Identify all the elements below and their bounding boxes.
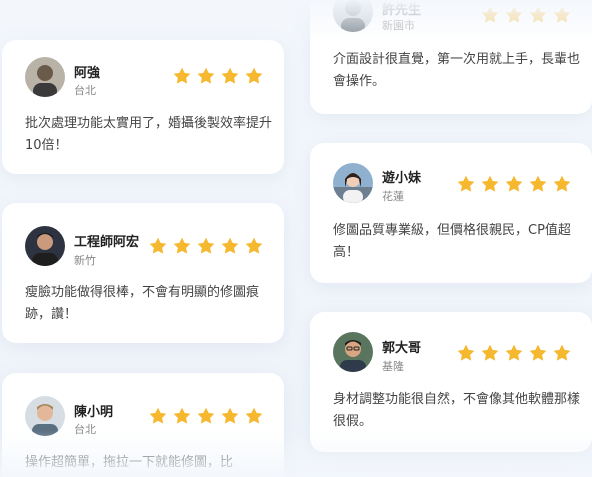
star-rating [172, 66, 264, 86]
star-icon [197, 67, 215, 84]
star-icon [553, 175, 571, 192]
reviewer-location: 花蓮 [382, 190, 404, 203]
star-icon [149, 237, 167, 254]
avatar [333, 332, 373, 372]
review-card: 郭大哥 基隆 身材調整功能很自然，不會像其他軟體那樣很假。 [310, 312, 592, 452]
reviewer-location: 台北 [74, 84, 96, 97]
star-icon [505, 344, 523, 361]
reviewer-name: 郭大哥 [382, 341, 422, 356]
star-rating [148, 406, 264, 426]
star-icon [553, 344, 571, 361]
review-card: 陳小明 台北 操作超簡單，拖拉一下就能修圖，比 [2, 373, 284, 477]
star-icon [481, 344, 499, 361]
star-icon [245, 67, 263, 84]
star-icon [529, 175, 547, 192]
star-rating [480, 5, 572, 25]
star-icon [149, 407, 167, 424]
reviewer-location: 基隆 [382, 360, 404, 373]
star-icon [221, 237, 239, 254]
review-card: 遊小妹 花蓮 修圖品質專業級，但價格很親民，CP值超高！ [310, 143, 592, 283]
star-icon [481, 6, 499, 23]
star-icon [553, 6, 571, 23]
review-text: 修圖品質專業級，但價格很親民，CP值超高！ [333, 223, 571, 260]
star-rating [148, 236, 264, 256]
star-rating [456, 343, 572, 363]
star-icon [173, 237, 191, 254]
avatar [25, 57, 65, 97]
star-icon [481, 175, 499, 192]
avatar [333, 0, 373, 32]
reviewer-name: 工程師阿宏 [74, 235, 140, 250]
reviewer-name: 遊小妹 [382, 171, 422, 186]
star-icon [173, 407, 191, 424]
review-card: 阿強 台北 批次處理功能太實用了，婚攝後製效率提升10倍！ [2, 40, 284, 174]
star-icon [505, 175, 523, 192]
reviewer-location: 新園市 [382, 19, 415, 32]
review-text: 操作超簡單，拖拉一下就能修圖，比 [25, 455, 234, 470]
star-icon [529, 344, 547, 361]
avatar [25, 226, 65, 266]
review-text: 介面設計很直覺，第一次用就上手，長輩也會操作。 [333, 52, 581, 89]
star-icon [529, 6, 547, 23]
reviewer-name: 許先生 [382, 3, 422, 18]
star-icon [221, 67, 239, 84]
review-text: 批次處理功能太實用了，婚攝後製效率提升10倍！ [25, 116, 273, 153]
star-icon [457, 175, 475, 192]
star-icon [197, 237, 215, 254]
review-text: 身材調整功能很自然，不會像其他軟體那樣很假。 [333, 392, 581, 429]
reviewer-name: 阿強 [74, 66, 101, 81]
reviewer-location: 新竹 [74, 254, 96, 267]
star-icon [173, 67, 191, 84]
avatar [25, 396, 65, 436]
avatar [333, 163, 373, 203]
star-icon [197, 407, 215, 424]
review-text: 瘦臉功能做得很棒，不會有明顯的修圖痕跡，讚！ [25, 285, 260, 322]
star-icon [245, 237, 263, 254]
star-icon [245, 407, 263, 424]
star-icon [505, 6, 523, 23]
reviewer-name: 陳小明 [74, 405, 114, 420]
star-icon [457, 344, 475, 361]
star-icon [221, 407, 239, 424]
reviewer-location: 台北 [74, 423, 96, 436]
review-card: 工程師阿宏 新竹 瘦臉功能做得很棒，不會有明顯的修圖痕跡，讚！ [2, 203, 284, 343]
review-card: 許先生 新園市 介面設計很直覺，第一次用就上手，長輩也會操作。 [310, 0, 592, 114]
star-rating [456, 174, 572, 194]
